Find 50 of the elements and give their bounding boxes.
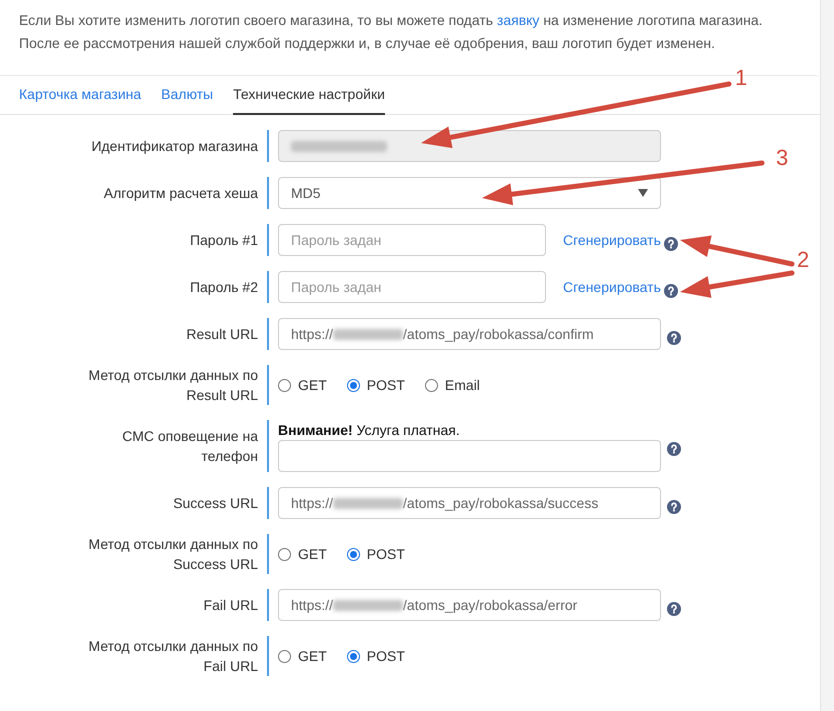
field-label: Идентификатор магазина xyxy=(91,137,258,156)
annotation-number: 3 xyxy=(776,147,788,169)
radio-button[interactable] xyxy=(346,378,360,392)
password-field[interactable]: Пароль задан xyxy=(278,224,546,256)
intro-text: Если Вы хотите изменить логотип своего магазина, то вы можете подать заявку на изменение логотипа магазина. После ее рассмотрения нашей службой поддержки и, в случае её одобрения, ваш логотип будет изменен. xyxy=(18,11,764,53)
radio-label: POST xyxy=(366,646,405,666)
select-field[interactable]: MD5 xyxy=(278,177,661,209)
field-label: Пароль #1 xyxy=(190,231,258,250)
radio-button[interactable] xyxy=(278,650,291,662)
field-label: Метод отсылки данных по Success URL xyxy=(88,535,258,574)
help-icon[interactable] xyxy=(667,330,681,344)
radio-label: POST xyxy=(366,544,405,564)
caret-icon xyxy=(638,189,648,197)
radio-label: GET xyxy=(298,376,327,394)
request-link[interactable]: заявку xyxy=(496,12,540,28)
url-field[interactable]: https:// /atoms_pay/robokassa/success xyxy=(278,487,661,519)
password-field[interactable]: Пароль задан xyxy=(278,271,546,303)
radio-button[interactable] xyxy=(278,378,291,392)
radio-label: GET xyxy=(298,646,327,666)
url-field[interactable]: https:// /atoms_pay/robokassa/confirm xyxy=(278,318,661,350)
radio-label: GET xyxy=(298,544,327,564)
radio-button[interactable] xyxy=(424,378,438,392)
help-icon[interactable] xyxy=(667,442,681,456)
generate-link[interactable]: Сгенерировать xyxy=(563,276,661,298)
annotation-number: 1 xyxy=(735,67,748,89)
help-icon[interactable] xyxy=(664,284,678,298)
url-field[interactable]: https:// /atoms_pay/robokassa/error xyxy=(278,589,661,621)
radio-button[interactable] xyxy=(278,548,291,560)
tab[interactable]: Технические настройки xyxy=(233,76,385,115)
field-label: Fail URL xyxy=(204,596,258,615)
field-label: Метод отсылки данных по Result URL xyxy=(88,366,258,405)
tab[interactable]: Карточка магазина xyxy=(19,76,142,115)
notice-text: Внимание! Услуга платная. xyxy=(278,421,461,440)
field-label: Result URL xyxy=(186,325,258,344)
radio-label: POST xyxy=(366,376,405,394)
radio-button[interactable] xyxy=(346,548,360,560)
radio-label: Email xyxy=(444,376,480,394)
field-label: Алгоритм расчета хеша xyxy=(104,184,258,203)
help-icon[interactable] xyxy=(667,500,681,514)
field-label: Success URL xyxy=(173,494,258,513)
generate-link[interactable]: Сгенерировать xyxy=(563,230,661,250)
phone-input-field[interactable] xyxy=(278,440,661,472)
field-label: Пароль #2 xyxy=(190,278,258,297)
field-label: Метод отсылки данных по Fail URL xyxy=(88,637,258,676)
help-icon[interactable] xyxy=(667,602,681,616)
annotation-number: 2 xyxy=(797,249,810,271)
help-icon[interactable] xyxy=(664,236,678,250)
tab[interactable]: Валюты xyxy=(161,76,214,115)
radio-button[interactable] xyxy=(346,650,360,662)
field-label: СМС оповещение на телефон xyxy=(122,427,258,466)
